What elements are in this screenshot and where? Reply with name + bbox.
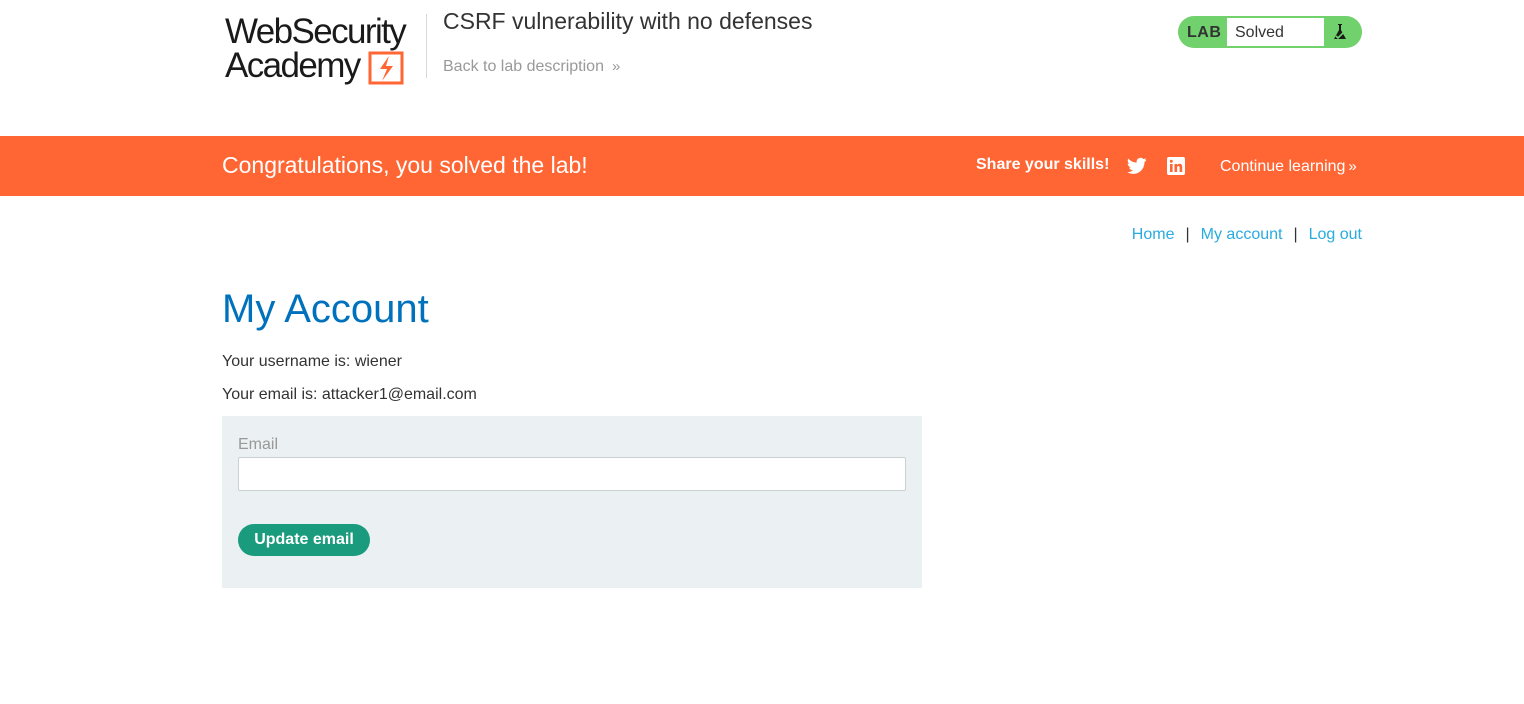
back-link-label: Back to lab description — [443, 58, 604, 75]
lab-badge: LAB — [1187, 24, 1222, 41]
double-chevron-right-icon: » — [1348, 158, 1357, 175]
flask-icon — [1334, 24, 1346, 40]
email-field[interactable] — [238, 457, 906, 491]
email-label: Email — [238, 436, 279, 453]
logo-text-line1: WebSecurity — [225, 12, 407, 51]
nav-my-account-link[interactable]: My account — [1201, 226, 1283, 243]
lab-status-widget: LAB Solved — [1178, 16, 1362, 48]
twitter-icon[interactable] — [1127, 157, 1147, 175]
back-to-lab-description-link[interactable]: Back to lab description » — [443, 58, 620, 76]
page-title: My Account — [222, 287, 429, 331]
web-security-academy-logo[interactable]: WebSecurity Academy — [222, 14, 422, 88]
continue-learning-label: Continue learning — [1220, 158, 1346, 175]
continue-learning-link[interactable]: Continue learning» — [1220, 158, 1357, 176]
lab-title: CSRF vulnerability with no defenses — [443, 8, 813, 34]
update-email-button[interactable]: Update email — [238, 524, 370, 556]
nav-separator: | — [1293, 226, 1298, 243]
logo-text-line2: Academy — [225, 46, 361, 85]
solved-banner: Congratulations, you solved the lab! Sha… — [0, 136, 1524, 196]
lab-status-box: Solved — [1226, 17, 1325, 47]
nav-home-link[interactable]: Home — [1132, 226, 1175, 243]
share-skills-label: Share your skills! — [976, 156, 1110, 173]
username-info: Your username is: wiener — [222, 353, 402, 370]
account-nav: Home | My account | Log out — [1132, 226, 1362, 244]
change-email-form: Email Update email — [222, 416, 922, 588]
email-info: Your email is: attacker1@email.com — [222, 386, 477, 403]
lightning-icon — [368, 51, 404, 85]
lab-status-text: Solved — [1235, 24, 1284, 41]
header-divider — [426, 14, 427, 78]
linkedin-icon[interactable] — [1167, 157, 1185, 175]
nav-separator: | — [1185, 226, 1190, 243]
nav-log-out-link[interactable]: Log out — [1309, 226, 1362, 243]
double-chevron-right-icon: » — [611, 58, 621, 75]
congratulations-message: Congratulations, you solved the lab! — [222, 152, 588, 178]
header: WebSecurity Academy CSRF vulnerability w… — [0, 0, 1524, 136]
